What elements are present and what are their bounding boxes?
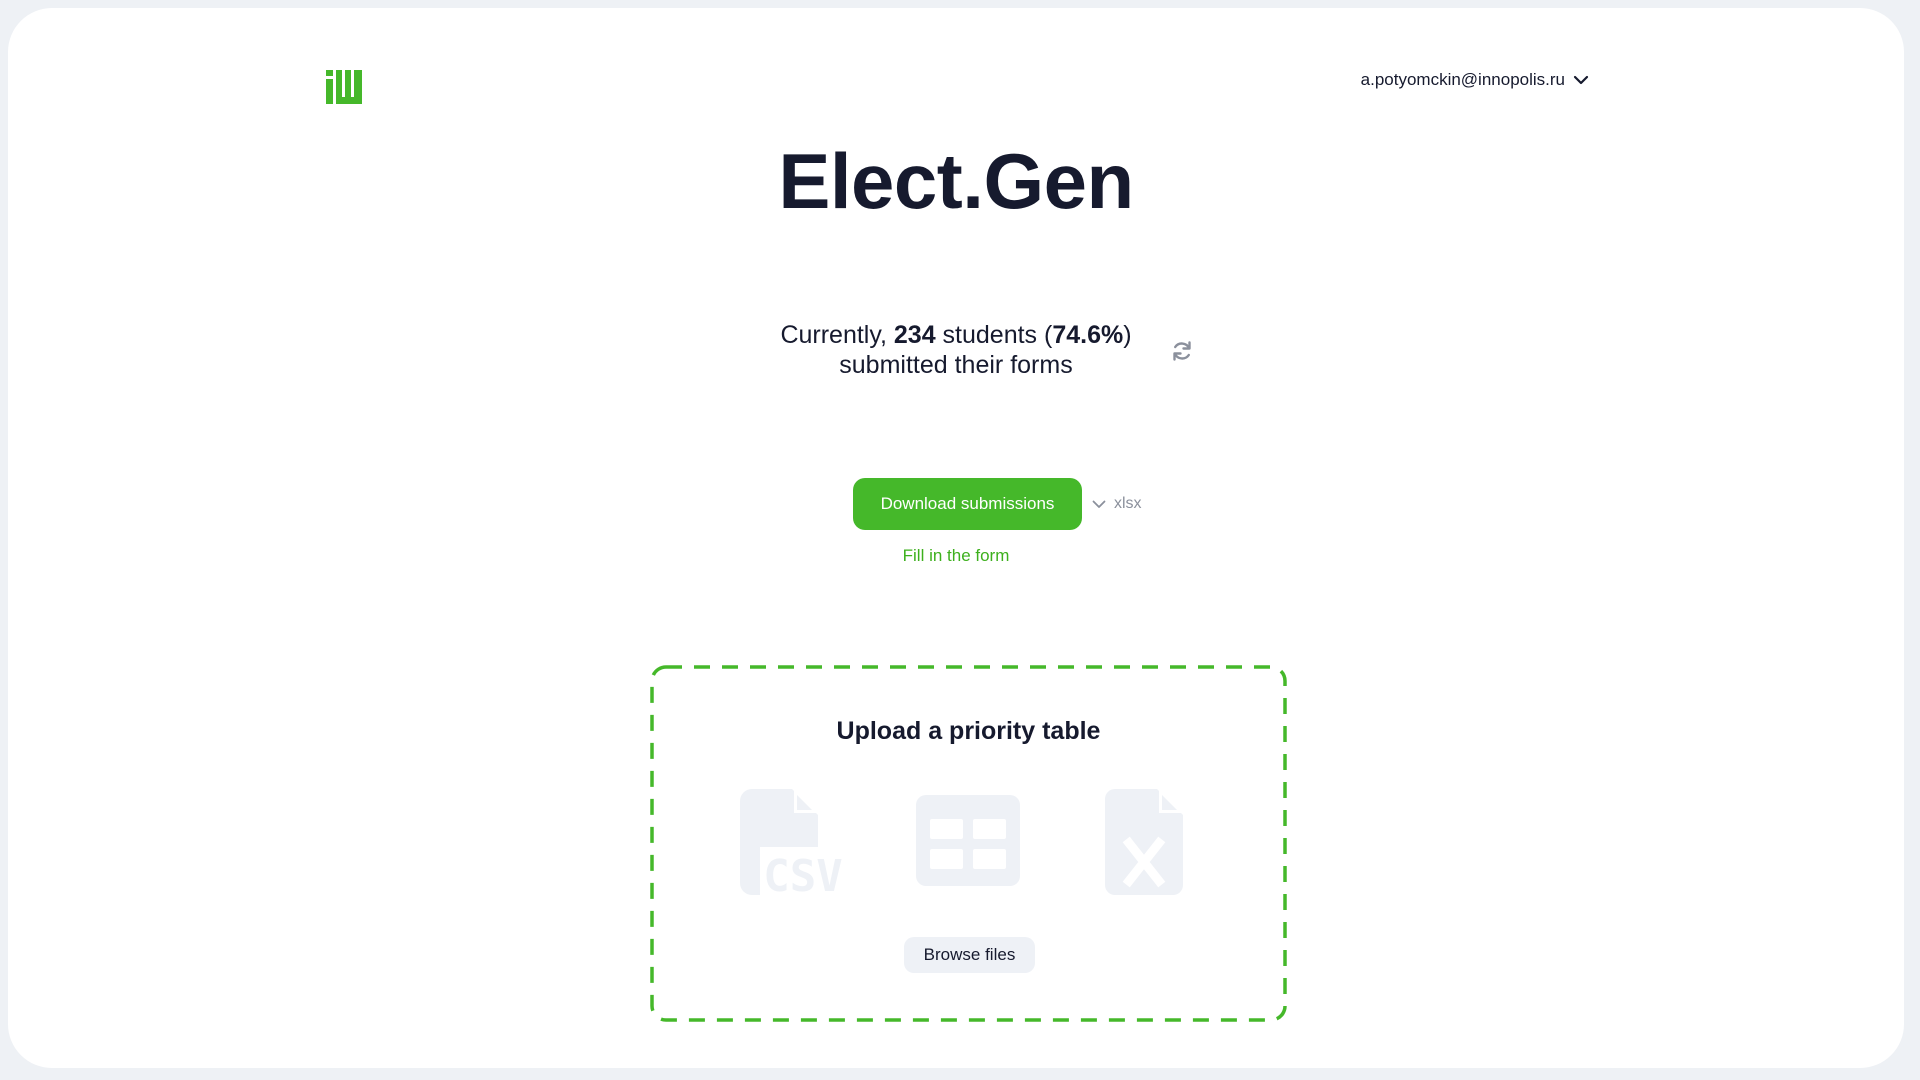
upload-dropzone[interactable]: Upload a priority table CSV Browse files [650,665,1287,1022]
download-submissions-button[interactable]: Download submissions [853,478,1082,530]
page-title: Elect.Gen [778,137,1134,225]
stats-line-2: submitted their forms [839,351,1073,379]
browse-files-button[interactable]: Browse files [904,937,1035,973]
user-email: a.potyomckin@innopolis.ru [1360,70,1565,89]
csv-file-icon: CSV [740,789,846,895]
chevron-down-icon [1092,500,1106,508]
fill-form-link-text[interactable]: Fill in the form [903,546,1010,565]
app-window: a.potyomckin@innopolis.ru Elect.Gen Curr… [8,8,1904,1068]
stats-suffix: ) [1123,321,1132,349]
excel-file-icon [1105,789,1183,895]
format-value: xlsx [1114,495,1142,512]
user-menu[interactable]: a.potyomckin@innopolis.ru [1361,70,1589,90]
iu-logo[interactable] [326,70,362,104]
student-count: 234 [893,321,936,349]
stats-prefix: Currently, [780,321,894,349]
chevron-down-icon [1573,75,1589,85]
stats-line-1: Currently, 234 students (74.6%) [8,320,1904,350]
refresh-icon[interactable] [1170,339,1194,363]
svg-text:CSV: CSV [763,851,842,895]
format-select[interactable]: xlsx [1092,495,1142,513]
table-icon [916,795,1020,886]
upload-title: Upload a priority table [836,717,1101,745]
stats-middle: students ( [935,321,1053,349]
submission-percent: 74.6% [1052,321,1124,349]
fill-form-link[interactable]: Fill in the form [8,546,1904,566]
download-actions: Download submissions xlsx [853,478,1142,530]
submission-stats: Currently, 234 students (74.6%) submitte… [8,320,1904,380]
